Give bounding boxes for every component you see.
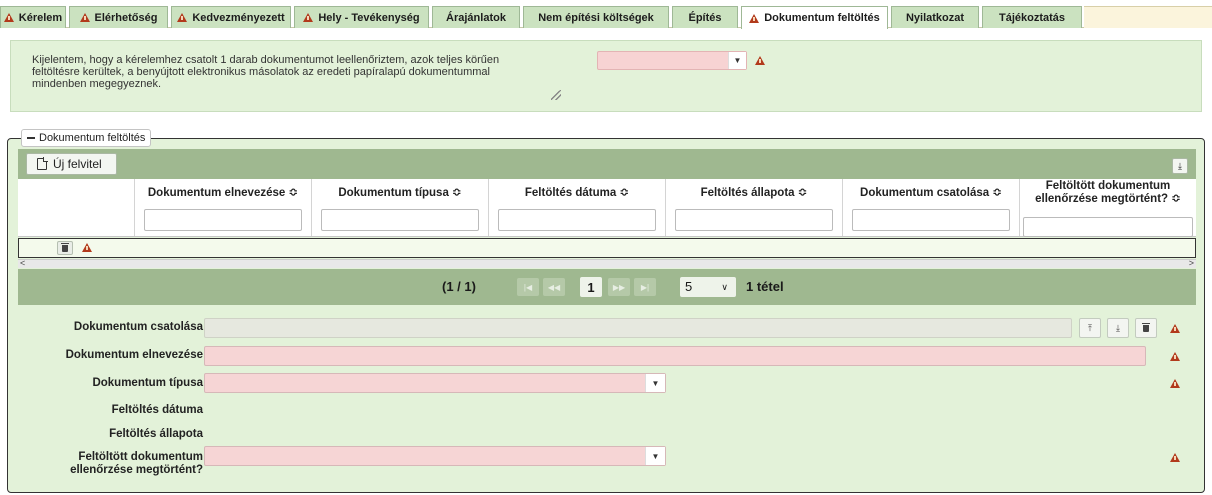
paginator: (1 / 1) |◀ ◀◀ 1 ▶▶ ▶| 5 ∨ 1 tétel <box>18 269 1196 305</box>
horizontal-scrollbar[interactable]: < > <box>18 258 1196 268</box>
chevron-down-icon: ∨ <box>721 282 728 292</box>
tab-kerelem[interactable]: Kérelem <box>0 6 66 28</box>
tab-nyilatkozat[interactable]: Nyilatkozat <box>891 6 979 28</box>
upload-icon: ⤒ <box>1088 322 1092 333</box>
warning-icon <box>1170 352 1180 361</box>
scroll-right-icon[interactable]: > <box>1189 258 1194 268</box>
column-header-checked[interactable]: Feltöltött dokumentum ellenőrzése megtör… <box>1020 179 1196 237</box>
checked-select[interactable]: ▼ <box>204 446 666 466</box>
date-label: Feltöltés dátuma <box>111 404 203 416</box>
checked-label: Feltöltött dokumentum ellenőrzése megtör… <box>70 451 203 476</box>
warning-icon <box>82 243 92 252</box>
table-toolbar: Új felvitel ⤓ <box>18 149 1196 179</box>
table-row[interactable] <box>18 238 1196 258</box>
tab-arajanlatok[interactable]: Árajánlatok <box>432 6 520 28</box>
filter-date-input[interactable] <box>498 209 656 231</box>
warning-icon <box>303 13 314 22</box>
download-icon: ⤓ <box>1178 160 1182 171</box>
name-label: Dokumentum elnevezése <box>65 349 203 361</box>
tab-kedvezmenyezett[interactable]: Kedvezményezett <box>171 6 291 28</box>
tab-epites[interactable]: Építés <box>672 6 738 28</box>
download-button[interactable]: ⤓ <box>1107 318 1129 338</box>
scroll-left-icon[interactable]: < <box>20 258 25 268</box>
remove-file-button[interactable] <box>1135 318 1157 338</box>
declaration-select[interactable]: ▼ <box>597 51 747 70</box>
warning-icon <box>1170 324 1180 333</box>
last-page-button[interactable]: ▶| <box>634 278 656 296</box>
tab-nem-epitesi-koltsegek[interactable]: Nem építési költségek <box>523 6 669 28</box>
export-button[interactable]: ⤓ <box>1172 158 1188 174</box>
tab-elerhetoseg[interactable]: Elérhetőség <box>69 6 168 28</box>
upload-button[interactable]: ⤒ <box>1079 318 1101 338</box>
first-page-button[interactable]: |◀ <box>517 278 539 296</box>
trash-icon <box>61 242 69 252</box>
filter-type-input[interactable] <box>321 209 479 231</box>
attach-field[interactable] <box>204 318 1072 338</box>
status-label: Feltöltés állapota <box>109 428 203 440</box>
prev-page-button[interactable]: ◀◀ <box>543 278 565 296</box>
warning-icon <box>755 56 765 65</box>
column-header-type[interactable]: Dokumentum típusa ≎ <box>312 179 489 236</box>
column-header-name[interactable]: Dokumentum elnevezése ≎ <box>135 179 312 236</box>
column-header-status[interactable]: Feltöltés állapota ≎ <box>666 179 843 236</box>
collapse-icon <box>27 137 35 139</box>
new-document-icon <box>37 157 48 170</box>
tab-tajekoztatas[interactable]: Tájékoztatás <box>982 6 1082 28</box>
tab-bar: Kérelem Elérhetőség Kedvezményezett Hely… <box>0 0 1212 29</box>
name-field[interactable] <box>204 346 1146 366</box>
declaration-panel: Kijelentem, hogy a kérelemhez csatolt 1 … <box>10 40 1202 112</box>
total-count: 1 tétel <box>746 279 784 294</box>
attach-label: Dokumentum csatolása <box>73 321 203 333</box>
current-page-button[interactable]: 1 <box>580 277 602 297</box>
page-report: (1 / 1) <box>442 279 476 294</box>
warning-icon <box>3 13 14 22</box>
warning-icon <box>749 13 760 23</box>
tab-dokumentum-feltoltes[interactable]: Dokumentum feltöltés <box>741 6 888 29</box>
type-select[interactable]: ▼ <box>204 373 666 393</box>
section-legend[interactable]: Dokumentum feltöltés <box>21 129 152 147</box>
warning-icon <box>1170 453 1180 462</box>
filter-status-input[interactable] <box>675 209 833 231</box>
declaration-text: Kijelentem, hogy a kérelemhez csatolt 1 … <box>32 54 500 90</box>
rows-per-page-select[interactable]: 5 ∨ <box>680 277 736 297</box>
tab-bar-filler <box>1084 6 1212 28</box>
trash-icon <box>1142 322 1150 332</box>
warning-icon <box>177 13 188 22</box>
next-page-button[interactable]: ▶▶ <box>608 278 630 296</box>
delete-row-button[interactable] <box>57 241 73 255</box>
download-icon: ⤓ <box>1116 322 1120 333</box>
filter-attach-input[interactable] <box>852 209 1010 231</box>
chevron-down-icon[interactable]: ▼ <box>645 447 665 465</box>
column-header-actions <box>18 179 135 236</box>
table-header: Dokumentum elnevezése ≎ Dokumentum típus… <box>18 179 1196 237</box>
chevron-down-icon[interactable]: ▼ <box>728 52 746 69</box>
filter-checked-input[interactable] <box>1023 217 1193 237</box>
column-header-attach[interactable]: Dokumentum csatolása ≎ <box>843 179 1020 236</box>
type-label: Dokumentum típusa <box>92 377 203 389</box>
resize-grip-icon[interactable] <box>551 90 561 100</box>
new-record-button[interactable]: Új felvitel <box>26 153 117 175</box>
document-upload-section: Dokumentum feltöltés Új felvitel ⤓ Dokum… <box>7 129 1205 493</box>
warning-icon <box>79 13 90 22</box>
warning-icon <box>1170 379 1180 388</box>
filter-name-input[interactable] <box>144 209 302 231</box>
column-header-date[interactable]: Feltöltés dátuma ≎ <box>489 179 666 236</box>
chevron-down-icon[interactable]: ▼ <box>645 374 665 392</box>
tab-hely-tevekenyseg[interactable]: Hely - Tevékenység <box>294 6 429 28</box>
